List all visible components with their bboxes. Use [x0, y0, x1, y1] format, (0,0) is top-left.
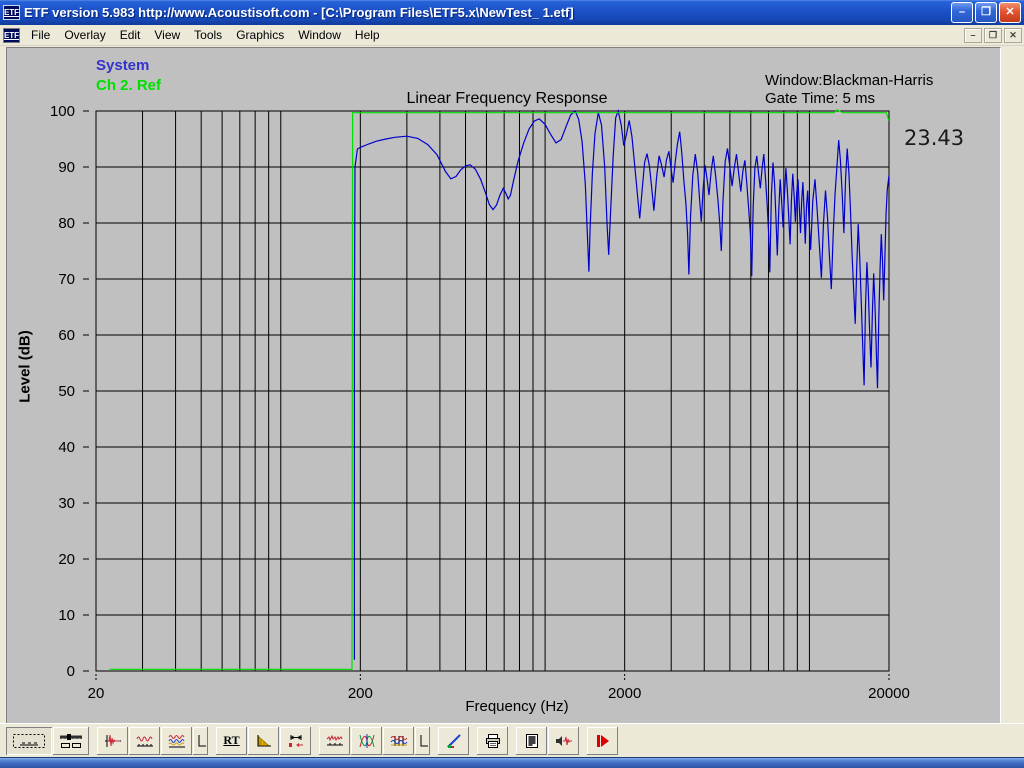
minimize-button[interactable]: –	[951, 2, 973, 23]
gate-arrows-icon	[288, 734, 303, 747]
side-readout-value: 23.43	[904, 126, 965, 150]
print-button[interactable]	[477, 726, 508, 755]
jagged-wave-icon	[326, 734, 343, 745]
menu-overlay[interactable]: Overlay	[57, 26, 112, 44]
speaker-wave-icon	[555, 735, 572, 746]
multi-wave-icon	[168, 734, 185, 747]
svg-text:20000: 20000	[868, 685, 910, 702]
svg-text:90: 90	[58, 159, 75, 176]
svg-text:100: 100	[50, 103, 75, 120]
menu-window[interactable]: Window	[291, 26, 348, 44]
document-icon	[525, 733, 538, 748]
select-region-button[interactable]	[6, 726, 52, 755]
menu-file[interactable]: File	[24, 26, 57, 44]
menu-edit[interactable]: Edit	[113, 26, 148, 44]
rgb-curves-icon	[359, 733, 374, 748]
red-wave-axis-icon	[136, 736, 153, 746]
report-button[interactable]	[516, 726, 547, 755]
menu-help[interactable]: Help	[348, 26, 387, 44]
red-play-icon	[596, 734, 609, 747]
frequency-response-button[interactable]	[129, 726, 160, 755]
speaker-test-button[interactable]	[548, 726, 579, 755]
svg-text:80: 80	[58, 215, 75, 232]
rt-button-label: RT	[223, 733, 240, 747]
gate-time-button[interactable]	[280, 726, 311, 755]
svg-text:50: 50	[58, 383, 75, 400]
rt-button[interactable]: RT	[216, 726, 247, 755]
legend-ch2-ref: Ch 2. Ref	[96, 77, 162, 94]
impulse-spike-icon	[104, 734, 121, 747]
bottom-toolbar: RT	[0, 723, 1024, 757]
slider-boxes-icon	[60, 733, 82, 748]
gate-time-label: Gate Time: 5 ms	[765, 90, 876, 107]
axis-scale-button-1[interactable]	[193, 726, 208, 755]
taskbar-strip[interactable]	[0, 757, 1024, 768]
mdi-close-button[interactable]: ✕	[1004, 27, 1022, 43]
svg-text:20: 20	[88, 685, 105, 702]
menu-graphics[interactable]: Graphics	[229, 26, 291, 44]
axis-corner-icon	[420, 734, 428, 746]
window-title: ETF version 5.983 http://www.Acoustisoft…	[24, 5, 574, 20]
svg-text:30: 30	[58, 495, 75, 512]
menu-bar: ETF File Overlay Edit View Tools Graphic…	[0, 25, 1024, 46]
chart-title: Linear Frequency Response	[406, 90, 608, 107]
run-measurement-button[interactable]	[587, 726, 618, 755]
overlay-responses-button[interactable]	[161, 726, 192, 755]
x-axis-label: Frequency (Hz)	[465, 698, 569, 715]
color-settings-button[interactable]	[438, 726, 469, 755]
axis-corner-icon	[198, 734, 206, 746]
pencil-colors-icon	[446, 733, 461, 748]
legend-system: System	[96, 57, 150, 74]
yellow-decay-icon	[257, 734, 271, 746]
chart-area: 0 10 20 30 40 50 60 70 80 90 100 20 200 2000 20000 Sys…	[6, 47, 1001, 723]
printer-icon	[485, 733, 500, 748]
svg-text:20: 20	[58, 551, 75, 568]
frequency-response-plot: 010203040506070809010020 200 2000 20000	[50, 103, 910, 702]
svg-text:0: 0	[67, 663, 75, 680]
noise-level-button[interactable]	[319, 726, 350, 755]
restore-button[interactable]: ❐	[975, 2, 997, 23]
y-axis-label: Level (dB)	[16, 330, 34, 403]
svg-text:60: 60	[58, 327, 75, 344]
close-button[interactable]: ✕	[999, 2, 1021, 23]
axis-scale-button-2[interactable]	[415, 726, 430, 755]
window-settings-button[interactable]	[53, 726, 89, 755]
svg-text:10: 10	[58, 607, 75, 624]
svg-text:40: 40	[58, 439, 75, 456]
mdi-restore-button[interactable]: ❐	[984, 27, 1002, 43]
app-icon: ETF	[3, 5, 20, 20]
energy-decay-button[interactable]	[248, 726, 279, 755]
mdi-client-area: 0 10 20 30 40 50 60 70 80 90 100 20 200 2000 20000 Sys…	[0, 46, 1024, 723]
svg-text:70: 70	[58, 271, 75, 288]
dashed-marquee-icon	[13, 733, 45, 748]
phase-response-button[interactable]	[351, 726, 382, 755]
menu-view[interactable]: View	[147, 26, 187, 44]
mdi-document-icon: ETF	[3, 27, 20, 43]
bars-waves-icon	[390, 735, 407, 746]
spectrum-overlay-button[interactable]	[383, 726, 414, 755]
menu-tools[interactable]: Tools	[187, 26, 229, 44]
impulse-response-button[interactable]	[97, 726, 128, 755]
mdi-minimize-button[interactable]: –	[964, 27, 982, 43]
window-function-label: Window:Blackman-Harris	[765, 72, 934, 89]
title-bar: ETF ETF version 5.983 http://www.Acousti…	[0, 0, 1024, 25]
